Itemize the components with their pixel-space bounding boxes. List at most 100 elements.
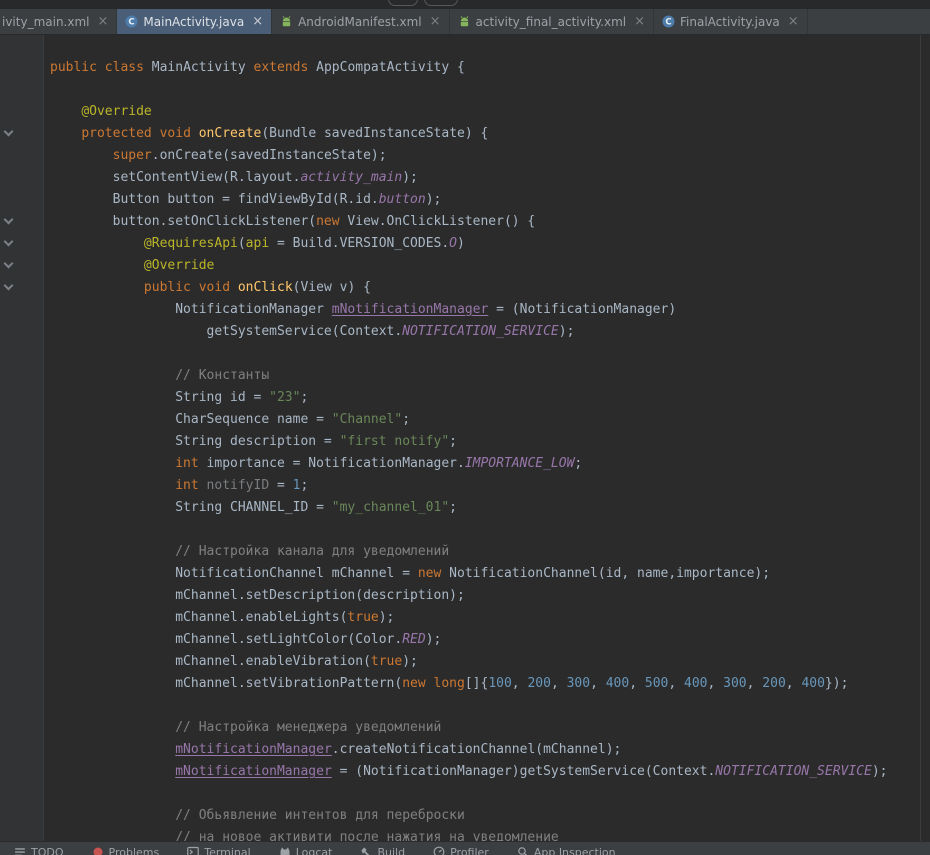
code-line: // Настройка канала для уведомлений — [44, 541, 920, 563]
code-line: mChannel.enableVibration(true); — [44, 651, 920, 673]
gutter-row — [0, 365, 43, 387]
fold-chevron-down-icon[interactable] — [4, 127, 14, 137]
toolwindow-label: Problems — [109, 846, 160, 855]
editor-tab[interactable]: ivity_main.xml × — [0, 9, 117, 34]
code-line: int importance = NotificationManager.IMP… — [44, 453, 920, 475]
gutter-row — [0, 343, 43, 365]
toolwindow-label: Terminal — [204, 846, 251, 855]
close-icon[interactable]: × — [788, 15, 799, 28]
code-line: mNotificationManager = (NotificationMana… — [44, 761, 920, 783]
editor-tab[interactable]: activity_final_activity.xml× — [450, 9, 654, 34]
code-line — [44, 695, 920, 717]
gutter-row — [0, 541, 43, 563]
toolwindow-label: Logcat — [296, 846, 333, 855]
code-line: @Override — [44, 255, 920, 277]
editor-tab[interactable]: CMainActivity.java× — [117, 9, 272, 34]
gutter-row — [0, 629, 43, 651]
app-inspection-icon — [517, 846, 529, 855]
fold-chevron-down-icon[interactable] — [4, 237, 14, 247]
gutter-row — [0, 805, 43, 827]
code-line — [44, 343, 920, 365]
toolwindow-button-profiler[interactable]: Profiler — [433, 846, 489, 855]
toolwindow-button-todo[interactable]: TODO — [14, 846, 64, 855]
code-line: button.setOnClickListener(new View.OnCli… — [44, 211, 920, 233]
gutter-row — [0, 409, 43, 431]
code-line: setContentView(R.layout.activity_main); — [44, 167, 920, 189]
code-line: // Обьявление интентов для переброски — [44, 805, 920, 827]
toolwindow-button-terminal[interactable]: Terminal — [187, 846, 251, 855]
logcat-icon — [279, 846, 291, 855]
terminal-icon — [187, 846, 199, 855]
android-file-icon — [458, 15, 471, 28]
toolbar-button-outline[interactable] — [388, 0, 418, 6]
toolwindow-button-logcat[interactable]: Logcat — [279, 846, 333, 855]
gutter-row — [0, 79, 43, 101]
gutter-row — [0, 783, 43, 805]
code-line: // Настройка менеджера уведомлений — [44, 717, 920, 739]
toolbar-button-outline[interactable] — [424, 0, 458, 6]
code-editor[interactable]: public class MainActivity extends AppCom… — [44, 35, 920, 855]
gutter-row — [0, 475, 43, 497]
tab-label: FinalActivity.java — [680, 15, 780, 29]
toolwindow-button-problems[interactable]: Problems — [92, 846, 160, 855]
gutter-row — [0, 717, 43, 739]
code-line: public class MainActivity extends AppCom… — [44, 57, 920, 79]
code-line: NotificationManager mNotificationManager… — [44, 299, 920, 321]
gutter-row — [0, 145, 43, 167]
gutter-row — [0, 431, 43, 453]
code-line: String description = "first notify"; — [44, 431, 920, 453]
tab-label: ivity_main.xml — [2, 15, 90, 29]
close-icon[interactable]: × — [252, 15, 263, 28]
code-line: public void onClick(View v) { — [44, 277, 920, 299]
gutter-row — [0, 123, 43, 145]
gutter-row — [0, 497, 43, 519]
code-line: @RequiresApi(api = Build.VERSION_CODES.O… — [44, 233, 920, 255]
close-icon[interactable]: × — [98, 15, 109, 28]
gutter-row — [0, 167, 43, 189]
toolwindow-label: Build — [377, 846, 405, 855]
code-line: int notifyID = 1; — [44, 475, 920, 497]
toolwindow-button-app-inspection[interactable]: App Inspection — [517, 846, 616, 855]
code-line: String id = "23"; — [44, 387, 920, 409]
close-icon[interactable]: × — [430, 15, 441, 28]
toolwindow-button-build[interactable]: Build — [360, 846, 405, 855]
gutter-row — [0, 299, 43, 321]
code-line — [44, 519, 920, 541]
svg-text:C: C — [129, 18, 135, 28]
editor-area: public class MainActivity extends AppCom… — [0, 35, 930, 855]
gutter-row — [0, 607, 43, 629]
code-line: protected void onCreate(Bundle savedInst… — [44, 123, 920, 145]
close-icon[interactable]: × — [634, 15, 645, 28]
code-line: getSystemService(Context.NOTIFICATION_SE… — [44, 321, 920, 343]
toolwindow-label: TODO — [31, 846, 64, 855]
fold-chevron-down-icon[interactable] — [4, 281, 14, 291]
code-line: NotificationChannel mChannel = new Notif… — [44, 563, 920, 585]
code-line: @Override — [44, 101, 920, 123]
editor-tab[interactable]: AndroidManifest.xml× — [272, 9, 449, 34]
editor-tab[interactable]: C FinalActivity.java × — [654, 9, 808, 34]
gutter-row — [0, 233, 43, 255]
gutter-row — [0, 101, 43, 123]
code-line: mChannel.setVibrationPattern(new long[]{… — [44, 673, 920, 695]
gutter-row — [0, 563, 43, 585]
toolwindow-label: App Inspection — [534, 846, 616, 855]
toolbar-strip — [0, 0, 930, 9]
build-icon — [360, 846, 372, 855]
gutter-row — [0, 519, 43, 541]
fold-chevron-down-icon[interactable] — [4, 259, 14, 269]
code-line: String CHANNEL_ID = "my_channel_01"; — [44, 497, 920, 519]
gutter-row — [0, 651, 43, 673]
scrollbar-track[interactable] — [920, 35, 930, 855]
gutter-row — [0, 585, 43, 607]
code-line: // Константы — [44, 365, 920, 387]
fold-chevron-down-icon[interactable] — [4, 215, 14, 225]
code-line: mChannel.enableLights(true); — [44, 607, 920, 629]
gutter-row — [0, 211, 43, 233]
tab-bar: ivity_main.xml×CMainActivity.java×Androi… — [0, 9, 930, 35]
gutter-row — [0, 695, 43, 717]
java-class-icon: C — [662, 15, 675, 28]
gutter-row — [0, 387, 43, 409]
gutter-row — [0, 321, 43, 343]
gutter-row — [0, 57, 43, 79]
svg-text:C: C — [665, 18, 671, 28]
